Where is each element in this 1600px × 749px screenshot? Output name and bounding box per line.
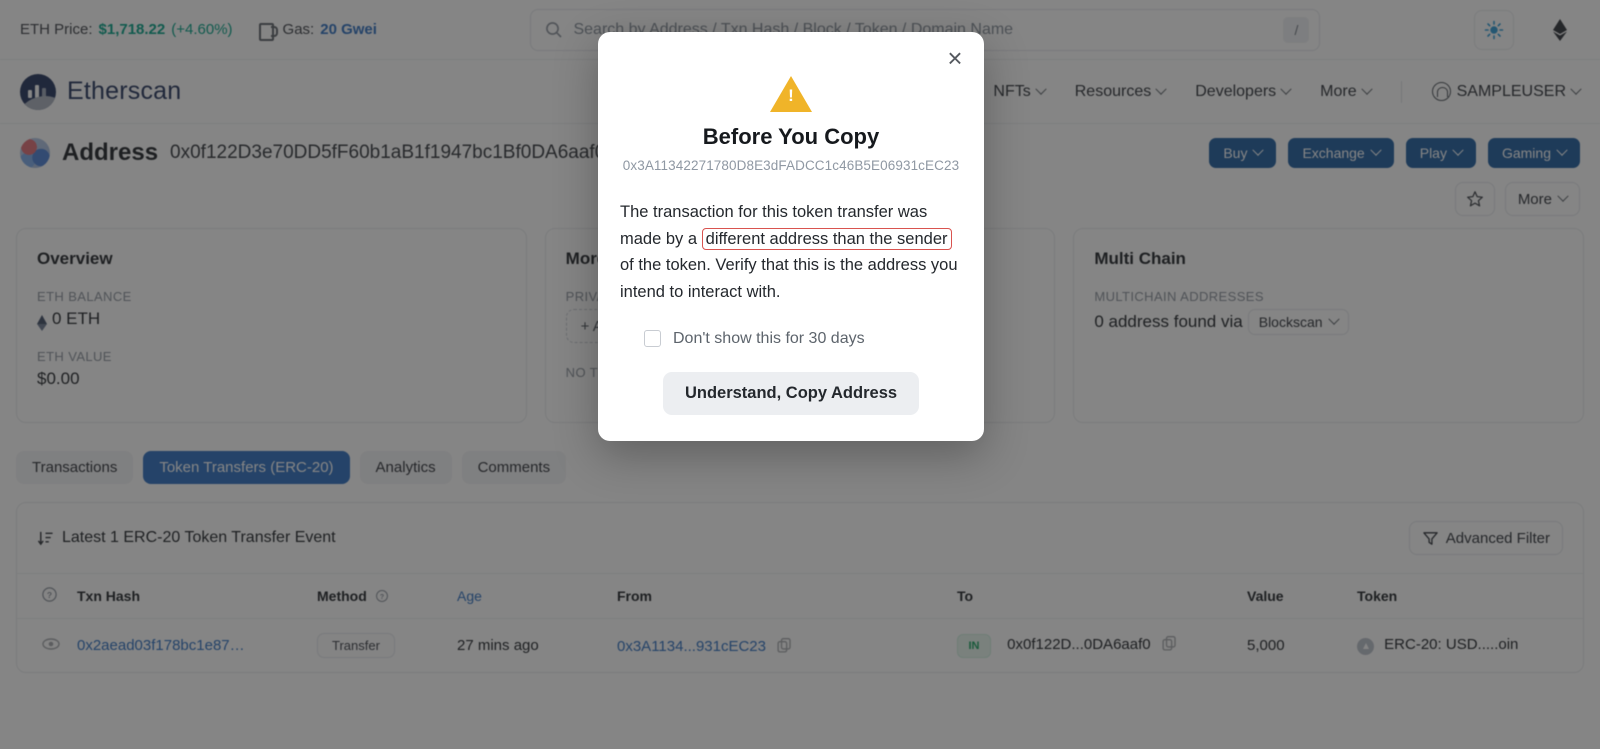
dont-show-checkbox-label: Don't show this for 30 days <box>673 329 865 347</box>
dont-show-checkbox[interactable] <box>644 330 661 348</box>
modal-body-part2: of the token. Verify that this is the ad… <box>620 256 958 302</box>
close-icon[interactable]: × <box>942 45 968 72</box>
before-you-copy-modal: × Before You Copy 0x3A11342271780D8E3dFA… <box>598 32 984 441</box>
dont-show-checkbox-row[interactable]: Don't show this for 30 days <box>620 330 962 348</box>
modal-button-row: Understand, Copy Address <box>620 371 962 415</box>
modal-title: Before You Copy <box>702 124 880 149</box>
modal-address: 0x3A11342271780D8E3dFADCC1c46B5E06931cEC… <box>622 158 960 173</box>
modal-body-highlight: different address than the sender <box>701 227 952 250</box>
modal-body: The transaction for this token transfer … <box>620 199 962 306</box>
warning-triangle-icon <box>770 76 812 112</box>
modal-warning-row <box>620 76 962 112</box>
understand-copy-address-button[interactable]: Understand, Copy Address <box>662 371 920 415</box>
